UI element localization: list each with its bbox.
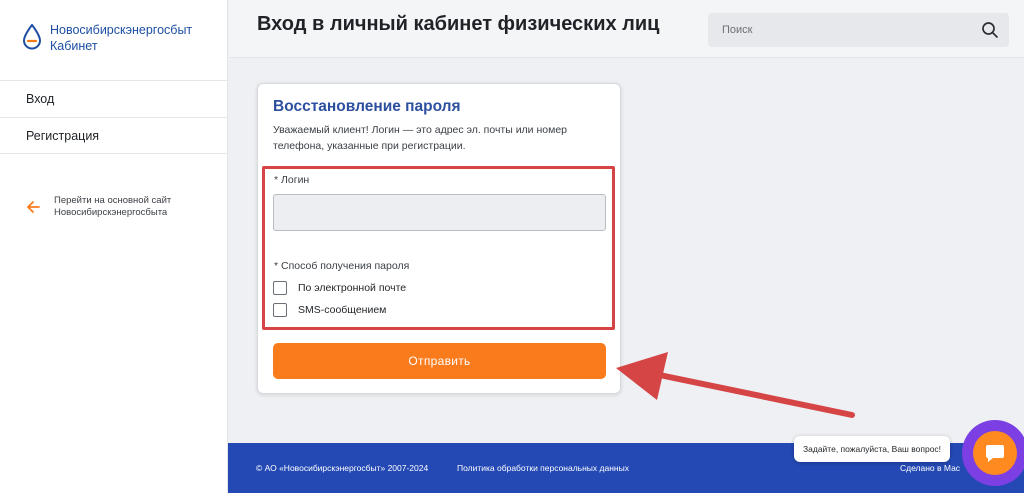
chat-button[interactable] bbox=[962, 420, 1024, 486]
drop-logo-icon bbox=[22, 24, 42, 50]
sidebar-item-label: Регистрация bbox=[26, 128, 100, 143]
top-bar: Вход в личный кабинет физических лиц bbox=[229, 0, 1024, 58]
search-icon[interactable] bbox=[981, 21, 999, 39]
footer-made-by[interactable]: Сделано в Мас bbox=[900, 463, 960, 473]
footer-copyright: © АО «Новосибирскэнергосбыт» 2007-2024 bbox=[256, 463, 429, 473]
sidebar: Новосибирскэнергосбыт Кабинет Вход Регис… bbox=[0, 0, 228, 493]
sidebar-nav: Вход Регистрация bbox=[0, 80, 228, 154]
sidebar-item-registration[interactable]: Регистрация bbox=[0, 117, 228, 154]
page-title: Вход в личный кабинет физических лиц bbox=[257, 13, 660, 35]
card-title: Восстановление пароля bbox=[273, 98, 461, 115]
submit-button[interactable]: Отправить bbox=[273, 343, 606, 379]
brand-name: Новосибирскэнергосбыт bbox=[50, 23, 193, 37]
chat-button-inner bbox=[973, 431, 1017, 475]
arrow-left-icon bbox=[27, 201, 40, 213]
sidebar-item-label: Вход bbox=[26, 92, 55, 106]
brand-logo[interactable]: Новосибирскэнергосбыт Кабинет bbox=[22, 22, 192, 54]
chat-prompt-bubble[interactable]: Задайте, пожалуйста, Ваш вопрос! bbox=[794, 436, 951, 462]
search-input[interactable] bbox=[708, 13, 1009, 47]
sidebar-item-login[interactable]: Вход bbox=[0, 80, 228, 117]
back-to-main-site-link[interactable]: Перейти на основной сайт Новосибирскэнер… bbox=[26, 195, 184, 219]
annotation-highlight-box bbox=[262, 166, 615, 330]
footer-policy-link[interactable]: Политика обработки персональных данных bbox=[457, 463, 629, 473]
back-link-label: Перейти на основной сайт Новосибирскэнер… bbox=[54, 195, 172, 218]
brand-subtitle: Кабинет bbox=[50, 39, 98, 53]
chat-icon bbox=[986, 445, 1004, 462]
card-description: Уважаемый клиент! Логин — это адрес эл. … bbox=[273, 124, 567, 152]
